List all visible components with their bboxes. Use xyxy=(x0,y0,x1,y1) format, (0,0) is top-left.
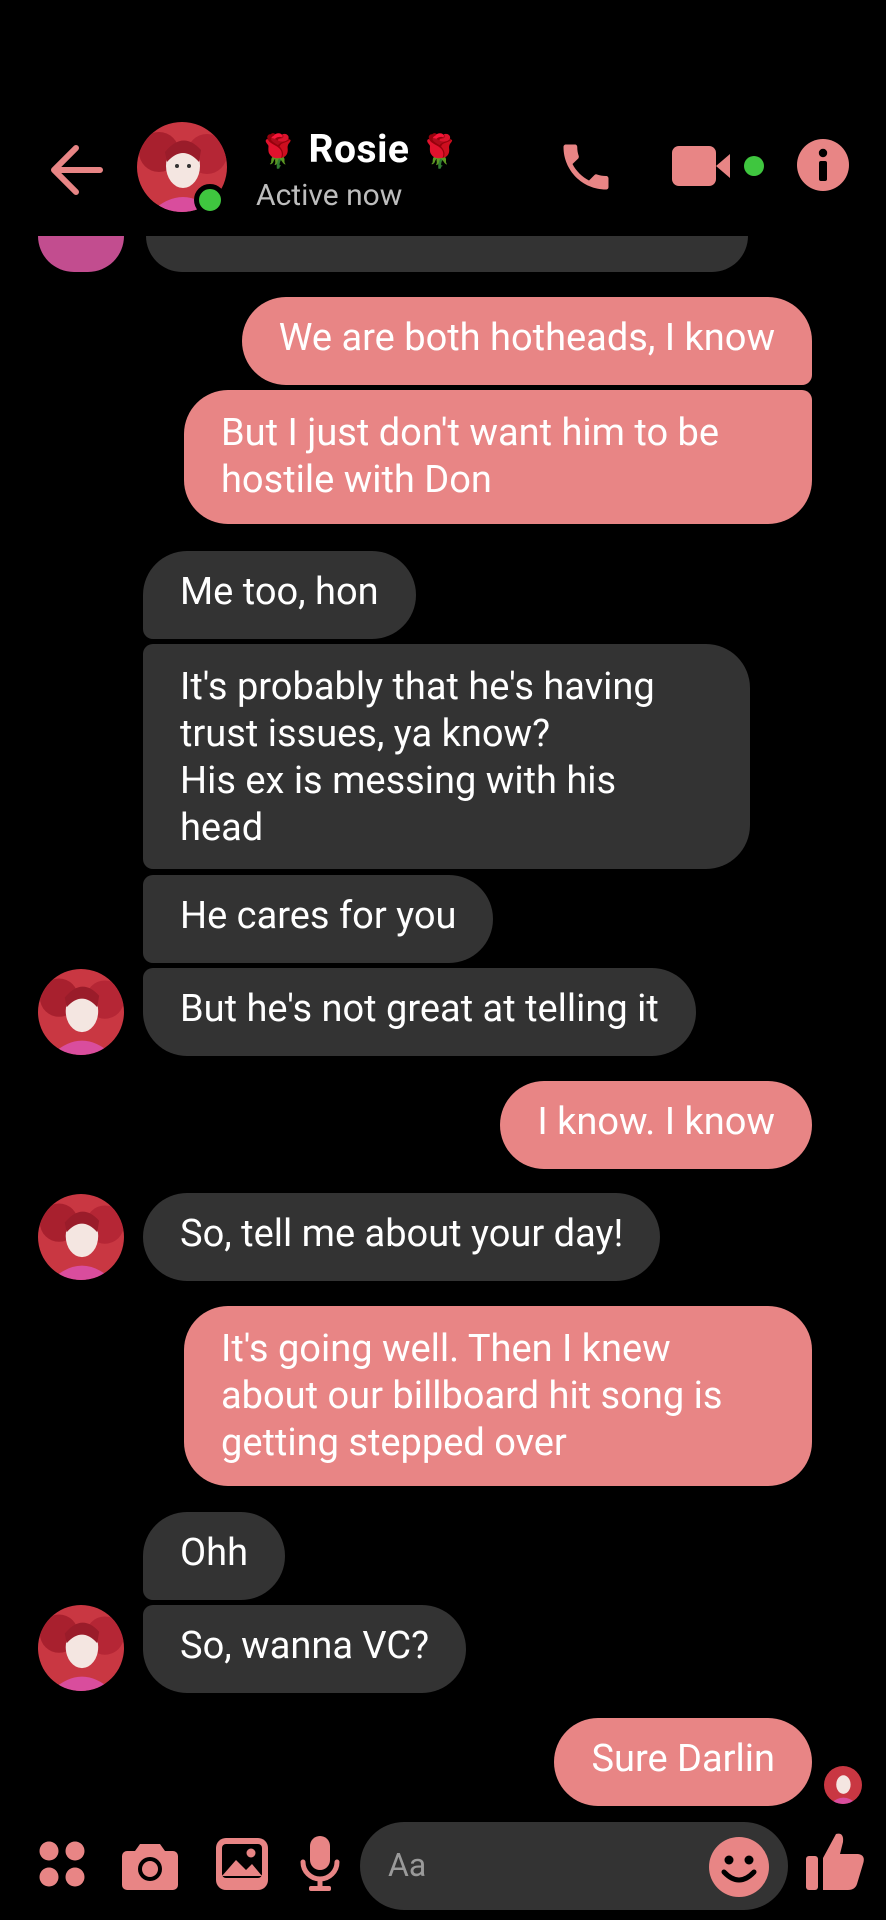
gallery-icon xyxy=(216,1838,268,1890)
camera-button[interactable] xyxy=(122,1840,178,1894)
apps-icon xyxy=(39,1841,85,1887)
message-bubble-sent[interactable]: Sure Darlin xyxy=(554,1718,812,1806)
seen-receipt-avatar xyxy=(824,1766,862,1804)
message-text-line: It's going well. Then I knew xyxy=(221,1327,671,1371)
info-icon xyxy=(797,139,849,191)
message-text-line: It's probably that he's having xyxy=(180,665,655,709)
message-text-line: getting stepped over xyxy=(221,1421,567,1465)
video-camera-icon xyxy=(672,146,764,186)
message-text: So, tell me about your day! xyxy=(180,1212,624,1256)
gallery-button[interactable] xyxy=(216,1838,268,1894)
message-text: We are both hotheads, I know xyxy=(278,316,775,360)
message-text-line: about our billboard hit song is xyxy=(221,1374,723,1418)
message-text: He cares for you xyxy=(180,894,457,938)
message-text: Ohh xyxy=(180,1531,249,1575)
message-text: But he's not great at telling it xyxy=(180,987,659,1031)
video-call-button[interactable] xyxy=(672,140,770,196)
message-bubble-received[interactable]: Me too, hon xyxy=(143,551,416,639)
message-bubble-sent[interactable]: We are both hotheads, I know xyxy=(241,297,812,385)
message-text: So, wanna VC? xyxy=(180,1624,430,1668)
message-input-placeholder: Aa xyxy=(388,1846,427,1884)
sender-avatar[interactable] xyxy=(38,1194,124,1280)
info-button[interactable] xyxy=(796,138,850,196)
contact-name[interactable]: 🌹 Rosie 🌹 xyxy=(258,126,460,172)
avatar-portrait xyxy=(38,1605,124,1691)
message-bubble-sent[interactable]: I know. I know xyxy=(500,1081,812,1169)
avatar-portrait xyxy=(38,1194,124,1280)
rose-emoji-right: 🌹 xyxy=(419,132,461,170)
sender-avatar[interactable] xyxy=(38,1605,124,1691)
message-text: Sure Darlin xyxy=(591,1737,775,1781)
voice-call-button[interactable] xyxy=(556,136,616,202)
message-text-line: head xyxy=(180,806,264,850)
thumbs-up-icon xyxy=(806,1833,864,1890)
contact-name-text: Rosie xyxy=(308,126,410,172)
back-button[interactable] xyxy=(42,140,112,200)
message-bubble-received[interactable]: He cares for you xyxy=(143,875,494,963)
message-bubble-received[interactable]: It's probably that he's having trust iss… xyxy=(143,644,750,869)
avatar-portrait xyxy=(38,969,124,1055)
microphone-icon xyxy=(300,1836,340,1891)
sender-avatar[interactable] xyxy=(38,969,124,1055)
like-button[interactable] xyxy=(806,1830,866,1898)
message-text-line: hostile with Don xyxy=(221,458,492,502)
emoji-icon xyxy=(709,1837,769,1897)
contact-status: Active now xyxy=(256,178,403,213)
message-bubble-received[interactable]: But he's not great at telling it xyxy=(143,968,696,1056)
clipped-previous-avatar xyxy=(38,236,124,272)
rose-emoji-left: 🌹 xyxy=(258,132,299,170)
apps-button[interactable] xyxy=(38,1840,86,1892)
message-bubble-received[interactable]: So, tell me about your day! xyxy=(143,1193,661,1281)
message-text-line: His ex is messing with his xyxy=(180,759,617,803)
camera-icon xyxy=(122,1844,178,1890)
emoji-button[interactable] xyxy=(708,1836,770,1902)
message-bubble-received[interactable]: Ohh xyxy=(143,1512,286,1600)
clipped-previous-bubble xyxy=(146,236,748,272)
back-arrow-icon xyxy=(51,145,103,195)
message-text: Me too, hon xyxy=(180,570,379,614)
message-bubble-sent[interactable]: It's going well. Then I knew about our b… xyxy=(184,1306,812,1486)
message-text-line: But I just don't want him to be xyxy=(221,411,720,455)
message-text-line: trust issues, ya know? xyxy=(180,712,551,756)
message-text: I know. I know xyxy=(537,1100,775,1144)
voice-record-button[interactable] xyxy=(300,1836,340,1896)
message-bubble-sent[interactable]: But I just don't want him to be hostile … xyxy=(184,390,812,524)
phone-icon xyxy=(563,144,609,190)
message-bubble-received[interactable]: So, wanna VC? xyxy=(143,1605,467,1693)
online-indicator xyxy=(194,184,226,216)
